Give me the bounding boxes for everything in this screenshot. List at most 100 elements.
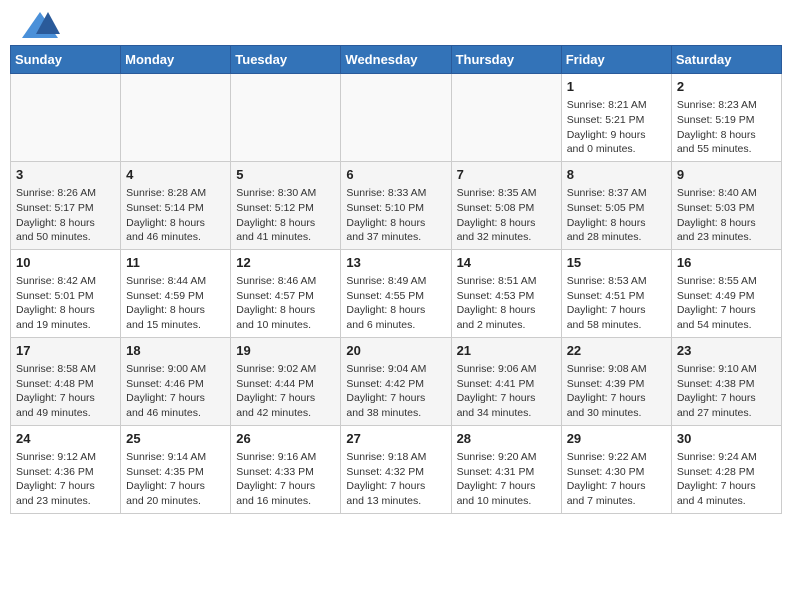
day-info: Sunrise: 9:12 AM Sunset: 4:36 PM Dayligh… (16, 451, 96, 507)
day-info: Sunrise: 8:23 AM Sunset: 5:19 PM Dayligh… (677, 99, 757, 155)
day-info: Sunrise: 9:04 AM Sunset: 4:42 PM Dayligh… (346, 363, 426, 419)
day-number: 28 (457, 430, 556, 448)
day-number: 20 (346, 342, 445, 360)
calendar-cell: 3 Sunrise: 8:26 AM Sunset: 5:17 PM Daylig… (11, 161, 121, 249)
day-number: 6 (346, 166, 445, 184)
calendar-cell: 7 Sunrise: 8:35 AM Sunset: 5:08 PM Daylig… (451, 161, 561, 249)
calendar-cell: 14 Sunrise: 8:51 AM Sunset: 4:53 PM Dayli… (451, 249, 561, 337)
logo-icon (20, 10, 60, 40)
day-number: 29 (567, 430, 666, 448)
header (0, 0, 792, 45)
day-number: 12 (236, 254, 335, 272)
day-info: Sunrise: 8:33 AM Sunset: 5:10 PM Dayligh… (346, 187, 426, 243)
day-info: Sunrise: 9:20 AM Sunset: 4:31 PM Dayligh… (457, 451, 537, 507)
calendar-cell: 17 Sunrise: 8:58 AM Sunset: 4:48 PM Dayli… (11, 337, 121, 425)
day-info: Sunrise: 8:35 AM Sunset: 5:08 PM Dayligh… (457, 187, 537, 243)
day-info: Sunrise: 8:58 AM Sunset: 4:48 PM Dayligh… (16, 363, 96, 419)
day-number: 14 (457, 254, 556, 272)
day-info: Sunrise: 9:24 AM Sunset: 4:28 PM Dayligh… (677, 451, 757, 507)
day-number: 16 (677, 254, 776, 272)
day-info: Sunrise: 8:28 AM Sunset: 5:14 PM Dayligh… (126, 187, 206, 243)
calendar-cell: 19 Sunrise: 9:02 AM Sunset: 4:44 PM Dayli… (231, 337, 341, 425)
calendar-cell: 25 Sunrise: 9:14 AM Sunset: 4:35 PM Dayli… (121, 425, 231, 513)
day-number: 8 (567, 166, 666, 184)
calendar-cell: 5Sunrise: 8:30 AM Sunset: 5:12 PM Daylig… (231, 161, 341, 249)
day-number: 4 (126, 166, 225, 184)
day-info: Sunrise: 8:30 AM Sunset: 5:12 PM Dayligh… (236, 187, 316, 243)
day-number: 9 (677, 166, 776, 184)
calendar-cell: 24 Sunrise: 9:12 AM Sunset: 4:36 PM Dayli… (11, 425, 121, 513)
day-info: Sunrise: 8:42 AM Sunset: 5:01 PM Dayligh… (16, 275, 96, 331)
day-info: Sunrise: 8:40 AM Sunset: 5:03 PM Dayligh… (677, 187, 757, 243)
calendar-cell: 28 Sunrise: 9:20 AM Sunset: 4:31 PM Dayli… (451, 425, 561, 513)
day-info: Sunrise: 9:18 AM Sunset: 4:32 PM Dayligh… (346, 451, 426, 507)
day-info: Sunrise: 8:55 AM Sunset: 4:49 PM Dayligh… (677, 275, 757, 331)
calendar-cell: 21 Sunrise: 9:06 AM Sunset: 4:41 PM Dayli… (451, 337, 561, 425)
calendar-cell: 11 Sunrise: 8:44 AM Sunset: 4:59 PM Dayli… (121, 249, 231, 337)
day-info: Sunrise: 9:14 AM Sunset: 4:35 PM Dayligh… (126, 451, 206, 507)
day-number: 10 (16, 254, 115, 272)
day-number: 23 (677, 342, 776, 360)
day-info: Sunrise: 8:53 AM Sunset: 4:51 PM Dayligh… (567, 275, 647, 331)
calendar-cell: 8 Sunrise: 8:37 AM Sunset: 5:05 PM Daylig… (561, 161, 671, 249)
day-number: 27 (346, 430, 445, 448)
calendar-cell: 12 Sunrise: 8:46 AM Sunset: 4:57 PM Dayli… (231, 249, 341, 337)
calendar-cell: 23 Sunrise: 9:10 AM Sunset: 4:38 PM Dayli… (671, 337, 781, 425)
day-info: Sunrise: 9:08 AM Sunset: 4:39 PM Dayligh… (567, 363, 647, 419)
day-number: 17 (16, 342, 115, 360)
day-info: Sunrise: 8:44 AM Sunset: 4:59 PM Dayligh… (126, 275, 206, 331)
calendar-cell: 4 Sunrise: 8:28 AM Sunset: 5:14 PM Daylig… (121, 161, 231, 249)
calendar-cell (231, 74, 341, 162)
day-number: 13 (346, 254, 445, 272)
calendar-cell: 15 Sunrise: 8:53 AM Sunset: 4:51 PM Dayli… (561, 249, 671, 337)
weekday-header-thursday: Thursday (451, 46, 561, 74)
calendar-cell: 2Sunrise: 8:23 AM Sunset: 5:19 PM Daylig… (671, 74, 781, 162)
day-number: 7 (457, 166, 556, 184)
day-number: 30 (677, 430, 776, 448)
day-number: 1 (567, 78, 666, 96)
day-number: 11 (126, 254, 225, 272)
day-info: Sunrise: 9:02 AM Sunset: 4:44 PM Dayligh… (236, 363, 316, 419)
calendar-cell: 6 Sunrise: 8:33 AM Sunset: 5:10 PM Daylig… (341, 161, 451, 249)
weekday-header-tuesday: Tuesday (231, 46, 341, 74)
day-number: 24 (16, 430, 115, 448)
weekday-header-wednesday: Wednesday (341, 46, 451, 74)
calendar-cell: 27 Sunrise: 9:18 AM Sunset: 4:32 PM Dayli… (341, 425, 451, 513)
weekday-header-friday: Friday (561, 46, 671, 74)
calendar-cell: 22 Sunrise: 9:08 AM Sunset: 4:39 PM Dayli… (561, 337, 671, 425)
day-number: 21 (457, 342, 556, 360)
calendar-cell: 9 Sunrise: 8:40 AM Sunset: 5:03 PM Daylig… (671, 161, 781, 249)
calendar-cell: 30 Sunrise: 9:24 AM Sunset: 4:28 PM Dayli… (671, 425, 781, 513)
calendar-cell (451, 74, 561, 162)
day-info: Sunrise: 8:21 AM Sunset: 5:21 PM Dayligh… (567, 99, 647, 155)
calendar-cell: 1 Sunrise: 8:21 AM Sunset: 5:21 PM Daylig… (561, 74, 671, 162)
calendar-cell: 20 Sunrise: 9:04 AM Sunset: 4:42 PM Dayli… (341, 337, 451, 425)
day-number: 22 (567, 342, 666, 360)
calendar-cell: 13 Sunrise: 8:49 AM Sunset: 4:55 PM Dayli… (341, 249, 451, 337)
day-number: 25 (126, 430, 225, 448)
calendar-cell: 29Sunrise: 9:22 AM Sunset: 4:30 PM Dayli… (561, 425, 671, 513)
day-number: 3 (16, 166, 115, 184)
day-number: 15 (567, 254, 666, 272)
calendar-cell: 26Sunrise: 9:16 AM Sunset: 4:33 PM Dayli… (231, 425, 341, 513)
day-info: Sunrise: 8:26 AM Sunset: 5:17 PM Dayligh… (16, 187, 96, 243)
calendar-cell: 16 Sunrise: 8:55 AM Sunset: 4:49 PM Dayli… (671, 249, 781, 337)
weekday-header-monday: Monday (121, 46, 231, 74)
day-info: Sunrise: 9:16 AM Sunset: 4:33 PM Dayligh… (236, 451, 316, 507)
calendar-cell (11, 74, 121, 162)
calendar-cell (341, 74, 451, 162)
day-info: Sunrise: 9:06 AM Sunset: 4:41 PM Dayligh… (457, 363, 537, 419)
calendar-cell (121, 74, 231, 162)
calendar-cell: 18Sunrise: 9:00 AM Sunset: 4:46 PM Dayli… (121, 337, 231, 425)
logo (20, 10, 60, 40)
day-number: 18 (126, 342, 225, 360)
calendar-cell: 10 Sunrise: 8:42 AM Sunset: 5:01 PM Dayli… (11, 249, 121, 337)
day-info: Sunrise: 9:10 AM Sunset: 4:38 PM Dayligh… (677, 363, 757, 419)
day-info: Sunrise: 8:49 AM Sunset: 4:55 PM Dayligh… (346, 275, 426, 331)
day-number: 19 (236, 342, 335, 360)
day-info: Sunrise: 8:46 AM Sunset: 4:57 PM Dayligh… (236, 275, 316, 331)
calendar: SundayMondayTuesdayWednesdayThursdayFrid… (10, 45, 782, 514)
weekday-header-sunday: Sunday (11, 46, 121, 74)
day-info: Sunrise: 8:37 AM Sunset: 5:05 PM Dayligh… (567, 187, 647, 243)
day-info: Sunrise: 8:51 AM Sunset: 4:53 PM Dayligh… (457, 275, 537, 331)
